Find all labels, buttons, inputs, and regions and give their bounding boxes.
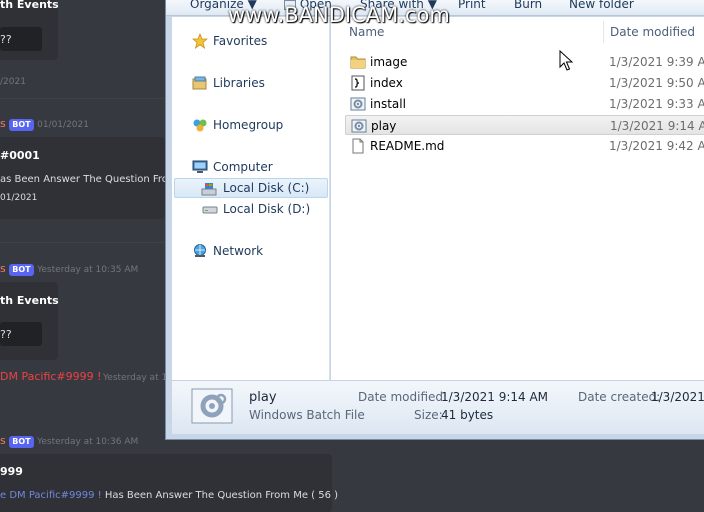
nav-computer[interactable]: Computer [172, 157, 330, 177]
embed-answer-box-2: ?? [0, 322, 42, 346]
details-pane: play Windows Batch File Date modified: 1… [172, 380, 704, 434]
nav-homegroup[interactable]: Homegroup [172, 115, 330, 135]
file-row-index[interactable]: index 1/3/2021 9:50 AM [345, 73, 704, 93]
navigation-pane: Favorites Libraries Homegroup Computer L… [172, 17, 330, 380]
bot-badge-2: BOT [9, 264, 34, 276]
dm-answer-mention: e DM Pacific#9999 ! [0, 490, 102, 501]
event-embed-4 [0, 454, 332, 512]
dm-error-text: DM Pacific#9999 ! [0, 370, 102, 383]
file-name: play [371, 119, 397, 133]
file-date: 1/3/2021 9:33 AM [609, 97, 704, 111]
system-drive-icon [201, 183, 217, 196]
message-divider-2 [0, 242, 165, 243]
details-file-name: play [249, 390, 277, 405]
file-date: 1/3/2021 9:39 AM [609, 55, 704, 69]
file-list-pane: Name Date modified image 1/3/2021 9:39 A… [331, 17, 704, 380]
details-size-label: Size: [414, 408, 443, 422]
file-row-play[interactable]: play 1/3/2021 9:14 AM [345, 115, 704, 135]
message-timestamp-1: 01/01/2021 [37, 120, 89, 130]
embed-answer-box-1: ?? [0, 27, 42, 51]
details-date-created-label: Date created: [578, 390, 661, 404]
column-header-date-modified[interactable]: Date modified [610, 25, 695, 39]
file-row-readme[interactable]: README.md 1/3/2021 9:42 AM [345, 136, 704, 156]
file-name: README.md [370, 139, 445, 153]
batch-file-icon [350, 97, 366, 111]
embed-tag-1: #0001 [0, 149, 40, 162]
message-divider-1 [0, 98, 165, 99]
mouse-cursor-icon [559, 50, 573, 71]
bot-username-2[interactable]: s [0, 262, 6, 275]
nav-favorites-label: Favorites [213, 34, 268, 48]
dm-answer-line: e DM Pacific#9999 ! Has Been Answer The … [0, 490, 338, 501]
folder-icon [350, 56, 366, 69]
batch-file-icon [351, 119, 367, 133]
bot-header-3: s BOT Yesterday at 10:36 AM [0, 434, 138, 448]
column-separator[interactable] [603, 21, 604, 43]
nav-local-disk-d[interactable]: Local Disk (D:) [172, 199, 330, 219]
nav-libraries-label: Libraries [213, 76, 265, 90]
message-timestamp-2: Yesterday at 10:35 AM [37, 265, 139, 275]
bot-badge-1: BOT [9, 119, 34, 131]
file-row-install[interactable]: install 1/3/2021 9:33 AM [345, 94, 704, 114]
bot-badge-3: BOT [9, 436, 34, 448]
bandicam-watermark: www.BANDICAM.com [228, 3, 450, 27]
new-folder-button[interactable]: New folder [569, 0, 634, 11]
embed-title-1: th Events [0, 0, 59, 11]
drive-icon [202, 206, 218, 214]
file-row-image[interactable]: image 1/3/2021 9:39 AM [345, 52, 704, 72]
bot-username-3[interactable]: s [0, 434, 6, 447]
nav-network-label: Network [213, 244, 264, 258]
bot-header-2: s BOT Yesterday at 10:35 AM [0, 262, 138, 276]
nav-local-disk-c-label: Local Disk (C:) [223, 181, 310, 195]
details-date-modified-label: Date modified: [358, 390, 448, 404]
message-timestamp-4: Yesterday at 10:36 AM [37, 437, 139, 447]
javascript-file-icon [351, 75, 365, 91]
file-date: 1/3/2021 9:14 AM [610, 119, 704, 133]
homegroup-icon [193, 119, 207, 132]
nav-homegroup-label: Homegroup [213, 118, 284, 132]
star-icon [192, 33, 208, 49]
print-button[interactable]: Print [458, 0, 486, 11]
embed-tag-2: 999 [0, 465, 23, 478]
message-timestamp-3: Yesterday at 1 [103, 373, 168, 383]
embed-answer-line-1: as Been Answer The Question From [0, 174, 178, 185]
file-date: 1/3/2021 9:50 AM [609, 76, 704, 90]
details-size-value: 41 bytes [441, 408, 494, 422]
details-date-modified-value: 1/3/2021 9:14 AM [441, 390, 549, 404]
dm-answer-rest: Has Been Answer The Question From Me ( 5… [104, 490, 339, 501]
computer-icon [192, 160, 208, 173]
nav-network[interactable]: Network [172, 241, 330, 261]
nav-local-disk-d-label: Local Disk (D:) [223, 202, 311, 216]
library-icon [192, 76, 207, 90]
embed-title-2: th Events [0, 294, 59, 307]
batch-file-large-icon [191, 388, 233, 424]
embed-date-1: 01/2021 [0, 193, 38, 203]
file-name: index [370, 76, 403, 90]
document-icon [352, 138, 364, 154]
file-name: install [370, 97, 406, 111]
column-header-name[interactable]: Name [349, 25, 384, 39]
bot-username-1[interactable]: s [0, 117, 6, 130]
details-date-created-value: 1/3/2021 9 [651, 390, 704, 404]
file-name: image [370, 55, 408, 69]
file-date: 1/3/2021 9:42 AM [609, 139, 704, 153]
burn-button[interactable]: Burn [514, 0, 542, 11]
nav-favorites[interactable]: Favorites [172, 31, 330, 51]
nav-local-disk-c[interactable]: Local Disk (C:) [174, 178, 328, 198]
nav-libraries[interactable]: Libraries [172, 73, 330, 93]
embed-answer-text-1: ?? [0, 33, 12, 46]
date-fragment: /2021 [0, 77, 26, 87]
details-file-type: Windows Batch File [249, 408, 365, 422]
bot-header-1: s BOT 01/01/2021 [0, 117, 89, 131]
nav-computer-label: Computer [213, 160, 273, 174]
network-icon [194, 244, 206, 257]
embed-answer-text-2: ?? [0, 328, 12, 341]
